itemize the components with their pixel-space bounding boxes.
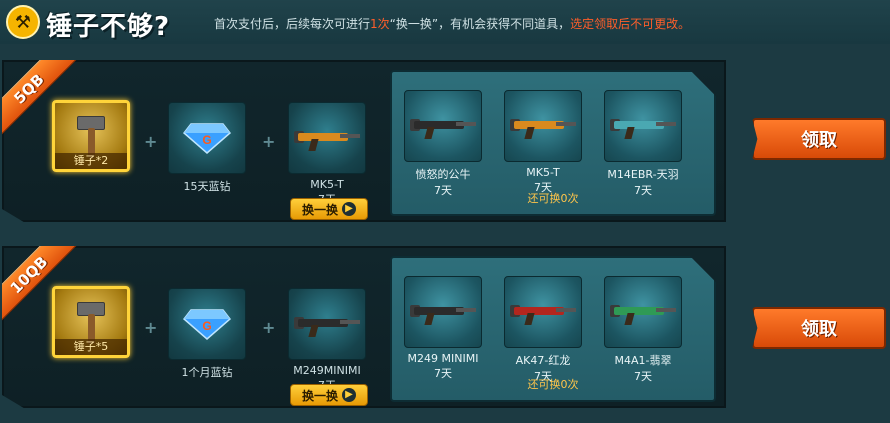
machine-gun-icon [410,299,476,325]
option-box [404,90,482,162]
option-label: M14EBR-天羽 [607,168,679,181]
remaining-swaps: 还可换0次 [527,378,579,391]
offer-row-5qb: 5QB 锤子*2 + G 15天蓝钻 + MK5-T 7天 换一换 ▶ [2,60,726,222]
hammer-label: 锤子*5 [55,339,127,355]
arrow-right-icon: ▶ [342,388,356,402]
rifle-icon [510,299,576,325]
notice-count: 1次 [370,17,390,31]
rifle-icon [610,299,676,325]
blue-diamond-label: 1个月蓝钻 [181,366,233,379]
blue-diamond-item: G 1个月蓝钻 [168,288,246,380]
option-item[interactable]: 愤怒的公牛 7天 [404,90,482,198]
option-item[interactable]: M14EBR-天羽 7天 [604,90,682,198]
claim-button[interactable]: 领取 [752,307,886,349]
svg-text:G: G [202,319,211,333]
swap-label: 换一换 [301,388,338,403]
diamond-icon: G [182,122,232,154]
plus-icon: + [262,132,276,151]
option-label: M249 MINIMI [407,352,479,365]
blue-diamond-item: G 15天蓝钻 [168,102,246,194]
weapon-label: MK5-T [310,178,344,191]
option-box [404,276,482,348]
notice-mid: “换一换”，有机会获得不同道具， [389,17,571,31]
option-box [504,276,582,348]
claim-button[interactable]: 领取 [752,118,886,160]
plus-icon: + [262,318,276,337]
rifle-icon [510,113,576,139]
option-box [604,276,682,348]
option-box [604,90,682,162]
blue-diamond-box: G [168,102,246,174]
hammer-item: 锤子*5 [52,286,130,358]
diamond-icon: G [182,308,232,340]
hammer-item: 锤子*2 [52,100,130,172]
offer-row-10qb: 10QB 锤子*5 + G 1个月蓝钻 + M249MINIMI 7天 换一换 … [2,246,726,408]
hammer-box: 锤子*2 [52,100,130,172]
options-panel: 愤怒的公牛 7天 MK5-T 7天 M14EBR-天羽 7天 还可换0次 [390,70,716,216]
blue-diamond-label: 15天蓝钻 [183,180,231,193]
weapon-item: M249MINIMI 7天 [288,288,366,393]
hammer-label: 锤子*2 [55,153,127,169]
notice-prefix: 首次支付后，后续每次可进行 [214,17,371,31]
option-label: 愤怒的公牛 [415,168,471,181]
rifle-icon [294,125,360,151]
option-box [504,90,582,162]
option-label: AK47-红龙 [515,354,571,367]
revolver-icon [410,113,476,139]
option-item[interactable]: M249 MINIMI 7天 [404,276,482,381]
sniper-rifle-icon [610,113,676,139]
plus-icon: + [144,132,158,151]
blue-diamond-box: G [168,288,246,360]
swap-button[interactable]: 换一换 ▶ [290,198,368,220]
machine-gun-icon [294,311,360,337]
hammer-icon: ⚒ [6,5,40,39]
header-notice: 首次支付后，后续每次可进行1次“换一换”，有机会获得不同道具，选定领取后不可更改… [214,15,690,32]
option-item[interactable]: M4A1-翡翠 7天 [604,276,682,384]
hammer-box: 锤子*5 [52,286,130,358]
option-item[interactable]: MK5-T 7天 [504,90,582,195]
option-label: MK5-T [526,166,560,179]
option-item[interactable]: AK47-红龙 7天 [504,276,582,384]
header: ⚒ 锤子不够? 首次支付后，后续每次可进行1次“换一换”，有机会获得不同道具，选… [0,0,890,44]
remaining-swaps: 还可换0次 [527,192,579,205]
notice-highlight: 选定领取后不可更改。 [570,17,691,31]
plus-icon: + [144,318,158,337]
weapon-item: MK5-T 7天 [288,102,366,207]
swap-button[interactable]: 换一换 ▶ [290,384,368,406]
weapon-box [288,102,366,174]
weapon-box [288,288,366,360]
svg-text:G: G [202,133,211,147]
option-label: M4A1-翡翠 [614,354,672,367]
page-title: 锤子不够? [46,12,171,42]
swap-label: 换一换 [301,202,338,217]
options-panel: M249 MINIMI 7天 AK47-红龙 7天 M4A1-翡翠 7天 还可换… [390,256,716,402]
arrow-right-icon: ▶ [342,202,356,216]
weapon-label: M249MINIMI [293,364,361,377]
